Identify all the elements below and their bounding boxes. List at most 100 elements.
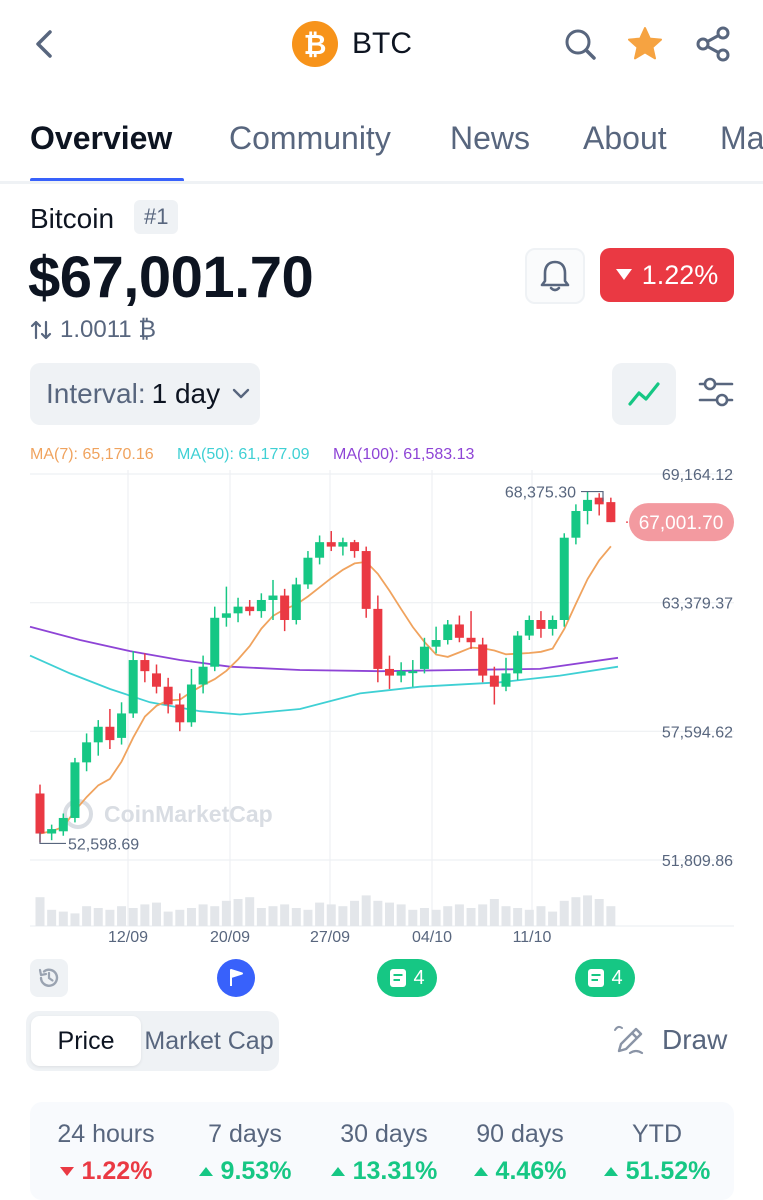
candle-body	[303, 557, 313, 585]
volume-bar	[606, 906, 616, 926]
volume-bar	[47, 909, 57, 926]
volume-bar	[583, 895, 593, 926]
perf-value-text: 4.46%	[495, 1157, 567, 1185]
news-marker-button[interactable]: 4	[575, 959, 635, 997]
event-flag-button[interactable]	[217, 959, 255, 997]
candle-body	[385, 668, 394, 676]
caret-up-icon	[603, 1166, 618, 1176]
volume-bar	[152, 902, 161, 926]
candle-body	[373, 608, 383, 669]
performance-summary: 24 hours 1.22% 7 days 9.53% 30 days 13.3…	[30, 1102, 734, 1200]
caret-up-icon	[198, 1166, 213, 1176]
share-icon[interactable]	[694, 24, 734, 64]
star-icon[interactable]	[625, 24, 665, 64]
volume-bar	[35, 897, 45, 926]
perf-value: 51.52%	[587, 1157, 727, 1186]
watermark: CoinMarketCap	[104, 801, 273, 827]
y-tick-label: 51,809.86	[662, 853, 733, 870]
candle-body	[117, 713, 127, 738]
volume-bar	[245, 897, 255, 926]
btc-rate: 1.0011 ₿	[30, 316, 156, 344]
perf-value: 4.46%	[450, 1157, 590, 1186]
candle-body	[326, 542, 336, 547]
news-count: 4	[413, 966, 425, 989]
volume-bar	[198, 904, 208, 926]
tab-about[interactable]: About	[583, 120, 667, 157]
volume-bar	[489, 899, 499, 926]
rank-badge: #1	[134, 200, 179, 234]
coin-price: $67,001.70	[28, 245, 314, 310]
candle-body	[233, 606, 243, 614]
volume-bar	[454, 904, 464, 926]
volume-bar	[408, 909, 418, 926]
candle-body	[315, 542, 325, 558]
y-tick-label: 63,379.37	[662, 596, 733, 613]
volume-bar	[419, 908, 429, 926]
volume-bar	[140, 904, 150, 926]
tab-markets[interactable]: Ma	[720, 120, 763, 157]
chart-settings-icon[interactable]	[696, 372, 736, 412]
perf-90d: 90 days 4.46%	[450, 1120, 590, 1186]
candle-body	[268, 595, 278, 600]
y-tick-label: 57,594.62	[662, 724, 733, 741]
history-button[interactable]	[30, 959, 68, 997]
back-arrow-icon[interactable]	[30, 26, 60, 62]
price-change-value: 1.22%	[641, 259, 719, 290]
interval-dropdown[interactable]: Interval: 1 day	[30, 363, 260, 425]
volume-bar	[175, 909, 185, 926]
perf-value-text: 1.22%	[81, 1157, 153, 1185]
y-tick-label: 69,164.12	[662, 467, 733, 484]
candle-body	[524, 620, 534, 636]
chart-mode-toggle: Price Market Cap	[26, 1011, 279, 1071]
market-cap-mode-button[interactable]: Market Cap	[144, 1016, 274, 1066]
x-tick-label: 12/09	[108, 929, 148, 946]
perf-30d: 30 days 13.31%	[314, 1120, 454, 1186]
ma50-line	[29, 654, 619, 716]
candle-body	[431, 640, 441, 647]
search-icon[interactable]	[560, 24, 600, 64]
volume-bar	[396, 904, 406, 926]
candle-body	[594, 497, 604, 505]
volume-bar	[268, 906, 278, 926]
candle-body	[443, 624, 453, 641]
low-marker	[39, 832, 66, 845]
candle-body	[489, 675, 499, 687]
bitcoin-logo-glyph: ₿	[303, 27, 327, 61]
tab-community[interactable]: Community	[229, 120, 391, 157]
candle-body	[152, 673, 161, 687]
perf-value-text: 9.53%	[220, 1157, 292, 1185]
candle-body	[163, 686, 173, 705]
perf-label: 90 days	[476, 1120, 564, 1148]
candle-body	[466, 637, 476, 643]
candle-body	[175, 704, 185, 723]
tab-overview[interactable]: Overview	[30, 120, 172, 157]
volume-bar	[443, 906, 453, 926]
candle-body	[58, 817, 68, 832]
tab-news[interactable]: News	[450, 120, 530, 157]
coin-name: Bitcoin	[30, 203, 115, 234]
price-mode-button[interactable]: Price	[31, 1016, 141, 1066]
candle-body	[210, 617, 220, 667]
volume-bar	[128, 908, 138, 926]
x-tick-label: 04/10	[412, 929, 452, 946]
perf-value: 9.53%	[175, 1157, 315, 1186]
swap-vertical-icon	[30, 320, 52, 340]
news-marker-button[interactable]: 4	[377, 959, 437, 997]
caret-up-icon	[473, 1166, 488, 1176]
x-tick-label: 11/10	[513, 929, 552, 946]
draw-button[interactable]: Draw	[612, 1022, 727, 1058]
app-header: ₿ BTC	[0, 0, 763, 90]
volume-bar	[315, 902, 325, 926]
volume-bar	[513, 908, 523, 926]
candle-body	[571, 511, 581, 538]
price-alert-button[interactable]	[525, 248, 585, 304]
price-chart[interactable]: 69,164.12 63,379.37 57,594.62 51,809.86 12/0…	[0, 440, 763, 950]
perf-ytd: YTD 51.52%	[587, 1120, 727, 1186]
candle-body	[198, 666, 208, 685]
candle-body	[70, 762, 80, 818]
line-chart-toggle[interactable]	[612, 363, 676, 425]
volume-bar	[338, 906, 348, 926]
volume-bar	[571, 897, 581, 926]
active-tab-indicator	[30, 178, 184, 181]
pencil-icon	[614, 1025, 644, 1055]
